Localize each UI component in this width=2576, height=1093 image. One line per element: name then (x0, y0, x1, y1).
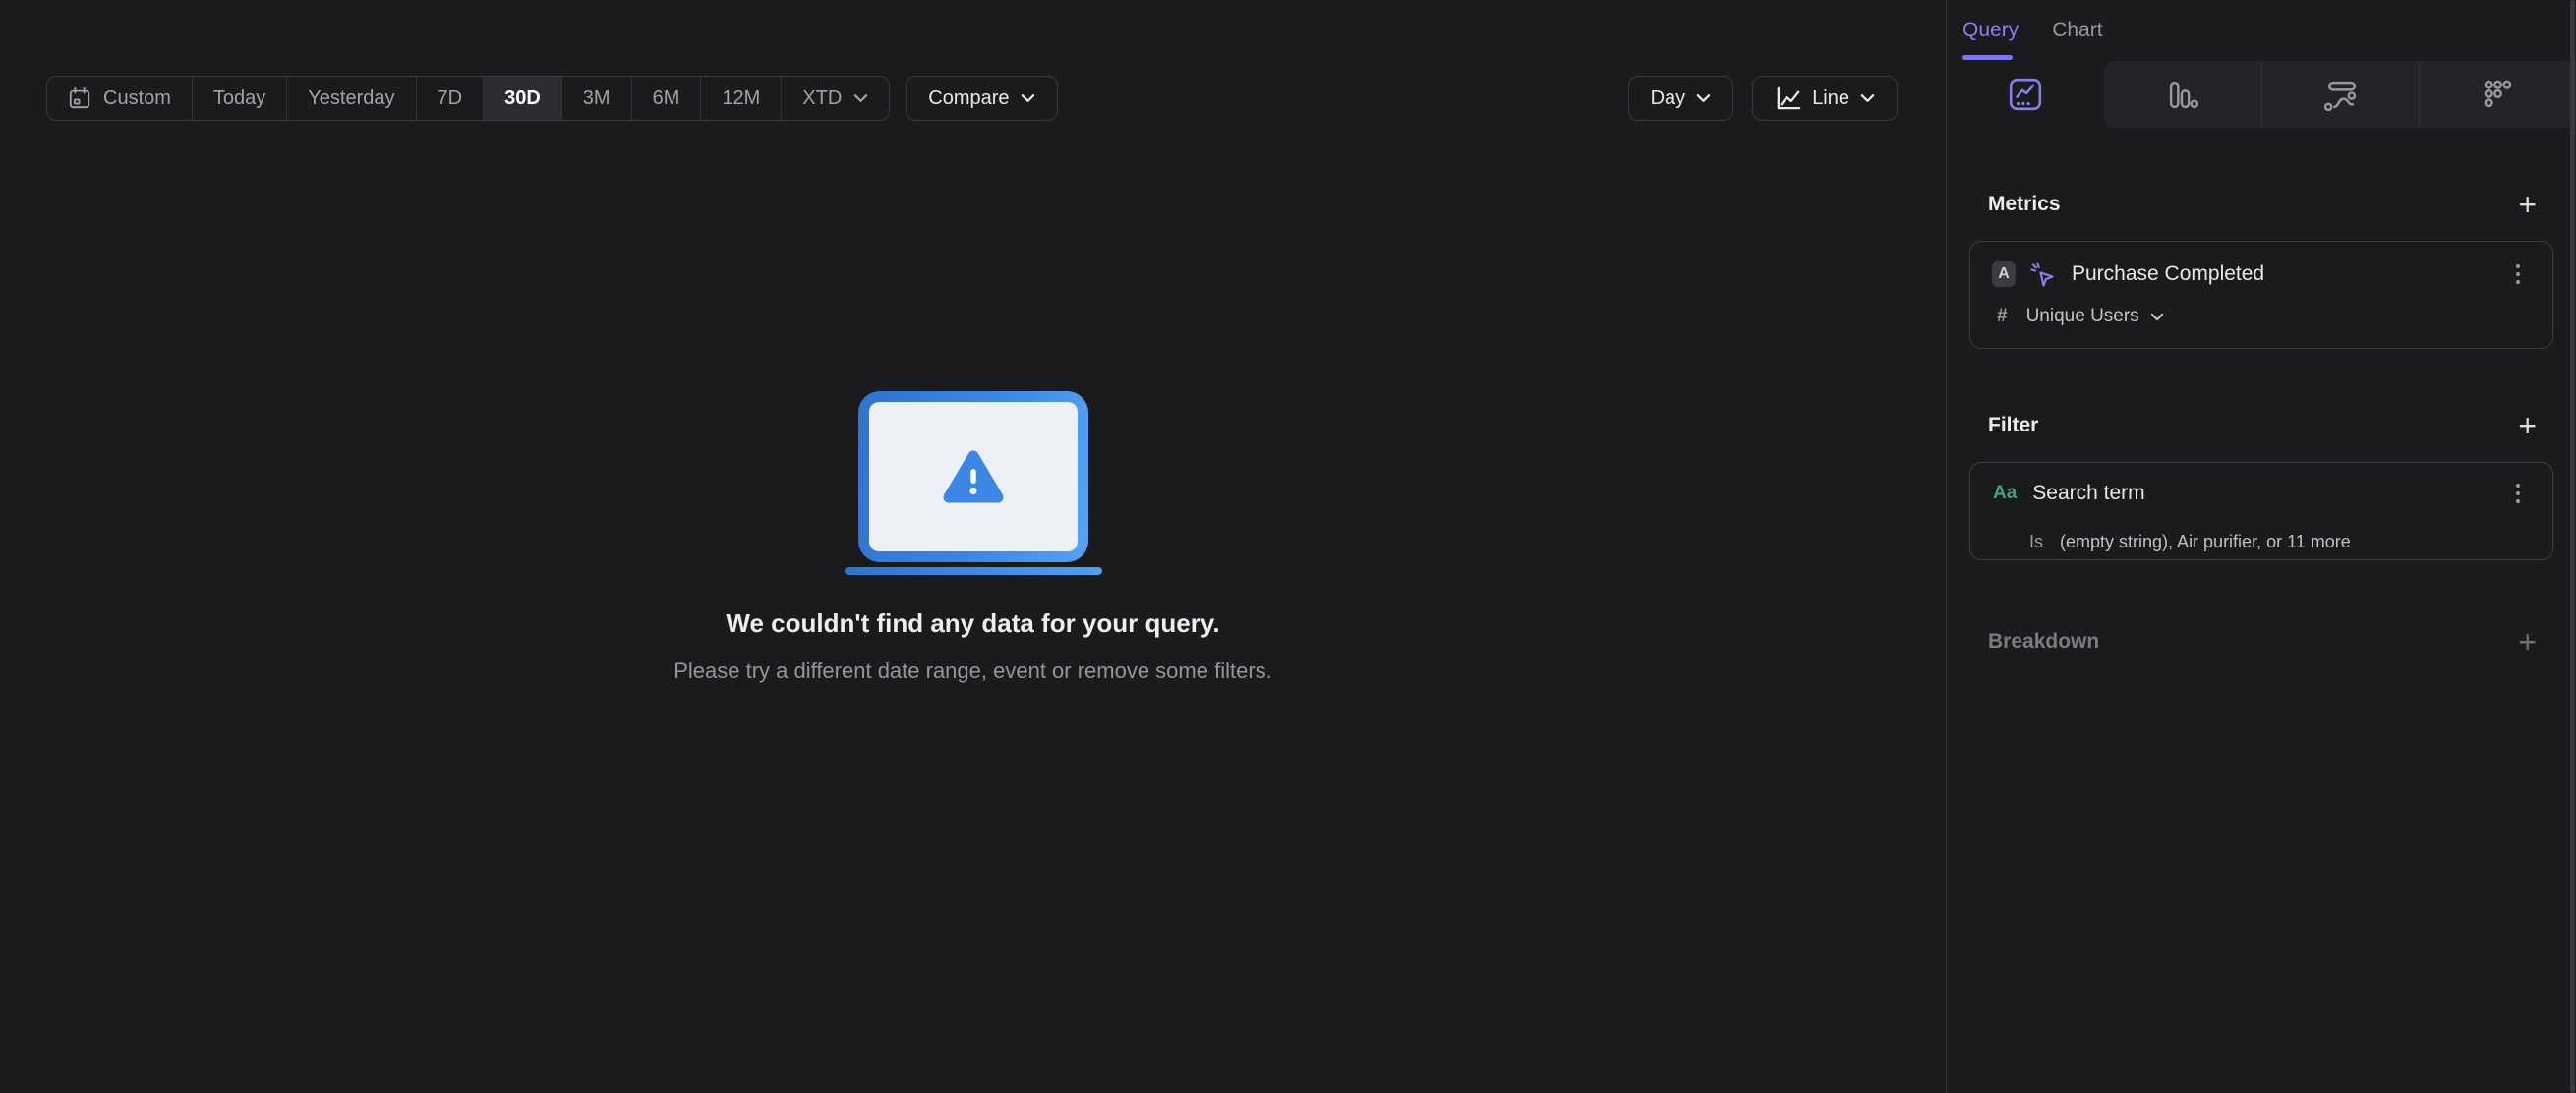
add-filter-icon[interactable]: + (2518, 410, 2537, 441)
date-range-label: Custom (103, 86, 171, 109)
insights-line-chart-icon (2009, 78, 2042, 111)
query-builder-sidebar: Query Chart Metrics + A Purchase Complet… (1946, 0, 2576, 1093)
laptop-illustration (857, 391, 1088, 562)
warning-triangle-icon (943, 450, 1003, 503)
tab-query[interactable]: Query (1962, 19, 2019, 42)
active-tab-underline (1962, 55, 2013, 60)
chart-type-tabs (1947, 61, 2576, 128)
sidebar-scrollbar[interactable] (2570, 0, 2575, 1093)
metric-card[interactable]: A Purchase Completed # Unique Users (1969, 241, 2553, 349)
sidebar-tabbar: Query Chart (1947, 0, 2576, 61)
date-range-12m[interactable]: 12M (701, 77, 783, 120)
chevron-down-icon (1860, 94, 1875, 102)
metrics-title: Metrics (1988, 193, 2061, 215)
add-breakdown-icon[interactable]: + (2518, 626, 2537, 658)
granularity-dropdown[interactable]: Day (1627, 76, 1734, 121)
kebab-menu-icon[interactable] (2516, 264, 2520, 284)
date-range-30d-selected[interactable]: 30D (484, 77, 562, 120)
chart-type-flow[interactable] (2261, 61, 2419, 128)
aggregation-dropdown[interactable]: Unique Users (2026, 306, 2139, 327)
aggregation-type-symbol: # (1997, 306, 2008, 326)
chart-type-tab-group (2104, 61, 2576, 128)
retention-dots-icon (2484, 80, 2512, 107)
breakdown-title: Breakdown (1988, 630, 2100, 653)
flow-chart-icon (2323, 81, 2357, 111)
chevron-down-icon (854, 94, 868, 102)
date-range-picker: Custom Today Yesterday 7D 30D 3M 6M 12M … (46, 76, 891, 121)
add-metric-icon[interactable]: + (2518, 189, 2537, 220)
metrics-section-header: Metrics + (1947, 187, 2576, 222)
chart-type-insights-active[interactable] (1947, 61, 2104, 128)
filter-title: Filter (1988, 414, 2039, 436)
bar-chart-icon (2169, 81, 2198, 108)
filter-section-header: Filter + (1947, 408, 2576, 443)
date-range-3m[interactable]: 3M (562, 77, 632, 120)
date-range-today[interactable]: Today (193, 77, 288, 120)
date-range-7d[interactable]: 7D (417, 77, 485, 120)
date-range-yesterday[interactable]: Yesterday (287, 77, 417, 120)
chart-type-retention[interactable] (2419, 61, 2576, 128)
click-event-icon (2030, 261, 2054, 287)
filter-card[interactable]: Aa Search term Is (empty string), Air pu… (1969, 462, 2553, 560)
chart-type-bar[interactable] (2104, 61, 2261, 128)
filter-values-summary[interactable]: (empty string), Air purifier, or 11 more (2060, 532, 2351, 552)
calendar-icon (69, 86, 90, 109)
date-range-xtd[interactable]: XTD (782, 77, 889, 120)
series-letter-badge: A (1992, 261, 2016, 287)
laptop-base (844, 567, 1102, 575)
filter-operator[interactable]: Is (2029, 532, 2043, 552)
date-range-custom[interactable]: Custom (47, 77, 193, 120)
compare-button[interactable]: Compare (906, 76, 1058, 121)
breakdown-section-header: Breakdown + (1947, 624, 2576, 660)
filter-property-name[interactable]: Search term (2032, 482, 2144, 505)
chevron-down-icon (1696, 94, 1711, 102)
empty-state: We couldn't find any data for your query… (0, 391, 1946, 684)
string-property-icon: Aa (1993, 483, 2018, 503)
chart-canvas-area: Custom Today Yesterday 7D 30D 3M 6M 12M … (0, 0, 1946, 1093)
chevron-down-icon (2150, 313, 2163, 320)
query-toolbar: Custom Today Yesterday 7D 30D 3M 6M 12M … (46, 76, 1898, 121)
display-controls: Day Line (1627, 76, 1898, 121)
chart-style-dropdown[interactable]: Line (1752, 76, 1898, 121)
empty-state-title: We couldn't find any data for your query… (726, 608, 1220, 638)
empty-state-subtitle: Please try a different date range, event… (673, 659, 1272, 683)
kebab-menu-icon[interactable] (2516, 484, 2520, 503)
date-range-6m[interactable]: 6M (632, 77, 702, 120)
tab-chart[interactable]: Chart (2052, 19, 2102, 42)
metric-event-name[interactable]: Purchase Completed (2072, 262, 2264, 286)
line-chart-icon (1777, 86, 1801, 109)
chevron-down-icon (1021, 94, 1034, 102)
